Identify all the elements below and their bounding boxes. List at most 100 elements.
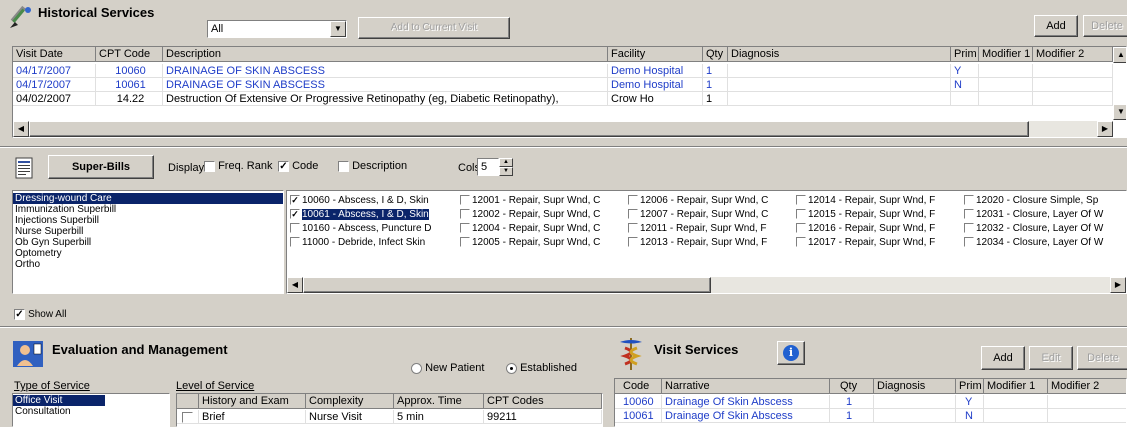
new-patient-radio-button[interactable]: [411, 362, 422, 374]
new-patient-radio[interactable]: New Patient: [411, 362, 484, 374]
code-item[interactable]: ✓ 10061 - Abscess, I & D, Skin: [290, 208, 472, 221]
code-item-checkbox[interactable]: [290, 237, 300, 248]
superbill-horizontal-scrollbar[interactable]: ◀ ▶: [287, 277, 1126, 293]
scroll-thumb[interactable]: [303, 277, 711, 293]
code-item[interactable]: ✓ 10060 - Abscess, I & D, Skin: [290, 194, 472, 207]
code-item-checkbox[interactable]: [628, 209, 638, 220]
visit-edit-button[interactable]: Edit: [1029, 346, 1073, 370]
code-item-checkbox[interactable]: [796, 209, 806, 220]
col-header-modifier-1[interactable]: Modifier 1: [979, 47, 1033, 62]
code-checkbox[interactable]: ✓ Code: [278, 160, 318, 172]
code-item-checkbox[interactable]: [460, 209, 470, 220]
list-item[interactable]: Ob Gyn Superbill: [13, 237, 283, 248]
col-header-cpt-code[interactable]: CPT Code: [96, 47, 163, 62]
list-item[interactable]: Injections Superbill: [13, 215, 283, 226]
code-checkbox-box[interactable]: ✓: [278, 160, 289, 172]
scroll-thumb[interactable]: [29, 121, 1029, 137]
code-item[interactable]: 12007 - Repair, Supr Wnd, C: [628, 208, 796, 221]
col-header-modifier-2[interactable]: Modifier 2: [1033, 47, 1113, 62]
superbill-list[interactable]: Dressing-wound Care Immunization Superbi…: [12, 190, 284, 294]
code-item-checkbox[interactable]: [628, 195, 638, 206]
established-radio-button[interactable]: [506, 362, 517, 374]
code-item[interactable]: 12031 - Closure, Layer Of W: [964, 208, 1126, 221]
code-item-checkbox[interactable]: ✓: [290, 209, 300, 220]
code-item[interactable]: 12002 - Repair, Supr Wnd, C: [460, 208, 628, 221]
code-item-checkbox[interactable]: [964, 209, 974, 220]
scroll-right-icon[interactable]: ▶: [1097, 121, 1113, 137]
code-item[interactable]: 12034 - Closure, Layer Of W: [964, 236, 1126, 249]
description-checkbox-box[interactable]: [338, 160, 349, 172]
col-header-prim[interactable]: Prim: [956, 379, 984, 394]
col-header-modifier-2[interactable]: Modifier 2: [1048, 379, 1126, 394]
list-item[interactable]: Consultation: [13, 406, 169, 417]
code-item[interactable]: 12011 - Repair, Supr Wnd, F: [628, 222, 796, 235]
scroll-left-icon[interactable]: ◀: [13, 121, 29, 137]
code-item-checkbox[interactable]: [796, 237, 806, 248]
code-item[interactable]: 12014 - Repair, Supr Wnd, F: [796, 194, 964, 207]
scroll-up-icon[interactable]: ▲: [1113, 47, 1126, 63]
code-item-checkbox[interactable]: [964, 195, 974, 206]
code-item-checkbox[interactable]: [796, 223, 806, 234]
col-header-diagnosis[interactable]: Diagnosis: [874, 379, 956, 394]
freq-rank-checkbox[interactable]: Freq. Rank: [204, 160, 272, 172]
code-item[interactable]: 11000 - Debride, Infect Skin: [290, 236, 472, 249]
code-item[interactable]: 12005 - Repair, Supr Wnd, C: [460, 236, 628, 249]
description-checkbox[interactable]: Description: [338, 160, 407, 172]
col-header-description[interactable]: Description: [163, 47, 608, 62]
col-header-diagnosis[interactable]: Diagnosis: [728, 47, 951, 62]
code-item-checkbox[interactable]: [964, 223, 974, 234]
code-item[interactable]: 12006 - Repair, Supr Wnd, C: [628, 194, 796, 207]
code-item[interactable]: 12016 - Repair, Supr Wnd, F: [796, 222, 964, 235]
established-radio[interactable]: Established: [506, 362, 577, 374]
visit-delete-button[interactable]: Delete: [1077, 346, 1127, 370]
spin-up-icon[interactable]: ▲: [499, 158, 513, 167]
scroll-left-icon[interactable]: ◀: [287, 277, 303, 293]
col-header-cpt-codes[interactable]: CPT Codes: [484, 394, 602, 409]
spin-down-icon[interactable]: ▼: [499, 167, 513, 176]
code-item-checkbox[interactable]: [460, 237, 470, 248]
col-header-approx-time[interactable]: Approx. Time: [394, 394, 484, 409]
code-item-checkbox[interactable]: [796, 195, 806, 206]
list-item[interactable]: Office Visit: [13, 395, 105, 406]
code-item-checkbox[interactable]: [290, 223, 300, 234]
historical-add-button[interactable]: Add: [1034, 15, 1078, 37]
chevron-down-icon[interactable]: ▼: [330, 21, 346, 37]
code-item[interactable]: 10160 - Abscess, Puncture D: [290, 222, 472, 235]
col-header-code[interactable]: Code: [615, 379, 662, 394]
col-header-qty[interactable]: Qty: [703, 47, 728, 62]
code-item[interactable]: 12001 - Repair, Supr Wnd, C: [460, 194, 628, 207]
list-item[interactable]: Nurse Superbill: [13, 226, 283, 237]
col-header-narrative[interactable]: Narrative: [662, 379, 830, 394]
code-item[interactable]: 12015 - Repair, Supr Wnd, F: [796, 208, 964, 221]
code-item-checkbox[interactable]: [628, 237, 638, 248]
cols-input[interactable]: 5: [477, 158, 499, 176]
row-checkbox-cell[interactable]: [177, 410, 199, 424]
col-header-prim[interactable]: Prim: [951, 47, 979, 62]
show-all-checkbox[interactable]: ✓ Show All: [14, 308, 66, 320]
col-header-visit-date[interactable]: Visit Date: [13, 47, 96, 62]
code-item[interactable]: 12017 - Repair, Supr Wnd, F: [796, 236, 964, 249]
visit-add-button[interactable]: Add: [981, 346, 1025, 370]
list-item[interactable]: Dressing-wound Care: [13, 193, 283, 204]
code-item[interactable]: 12013 - Repair, Supr Wnd, F: [628, 236, 796, 249]
col-header-complexity[interactable]: Complexity: [306, 394, 394, 409]
list-item[interactable]: Immunization Superbill: [13, 204, 283, 215]
col-header-facility[interactable]: Facility: [608, 47, 703, 62]
show-all-checkbox-box[interactable]: ✓: [14, 308, 25, 320]
historical-delete-button[interactable]: Delete: [1083, 15, 1127, 37]
code-item-checkbox[interactable]: [460, 195, 470, 206]
super-bills-button[interactable]: Super-Bills: [48, 155, 154, 179]
list-item[interactable]: Ortho: [13, 259, 283, 270]
code-item-checkbox[interactable]: [460, 223, 470, 234]
historical-horizontal-scrollbar[interactable]: ◀ ▶: [13, 121, 1113, 137]
type-of-service-list[interactable]: Office Visit Consultation: [12, 393, 170, 427]
col-header-modifier-1[interactable]: Modifier 1: [984, 379, 1048, 394]
freq-rank-checkbox-box[interactable]: [204, 160, 215, 172]
add-to-current-visit-button[interactable]: Add to Current Visit: [358, 17, 510, 39]
code-item-checkbox[interactable]: [964, 237, 974, 248]
code-item-checkbox[interactable]: [628, 223, 638, 234]
col-header-qty[interactable]: Qty: [830, 379, 874, 394]
history-filter-select[interactable]: All ▼: [207, 20, 347, 38]
code-item-checkbox[interactable]: ✓: [290, 195, 300, 206]
code-item[interactable]: 12020 - Closure Simple, Sp: [964, 194, 1126, 207]
